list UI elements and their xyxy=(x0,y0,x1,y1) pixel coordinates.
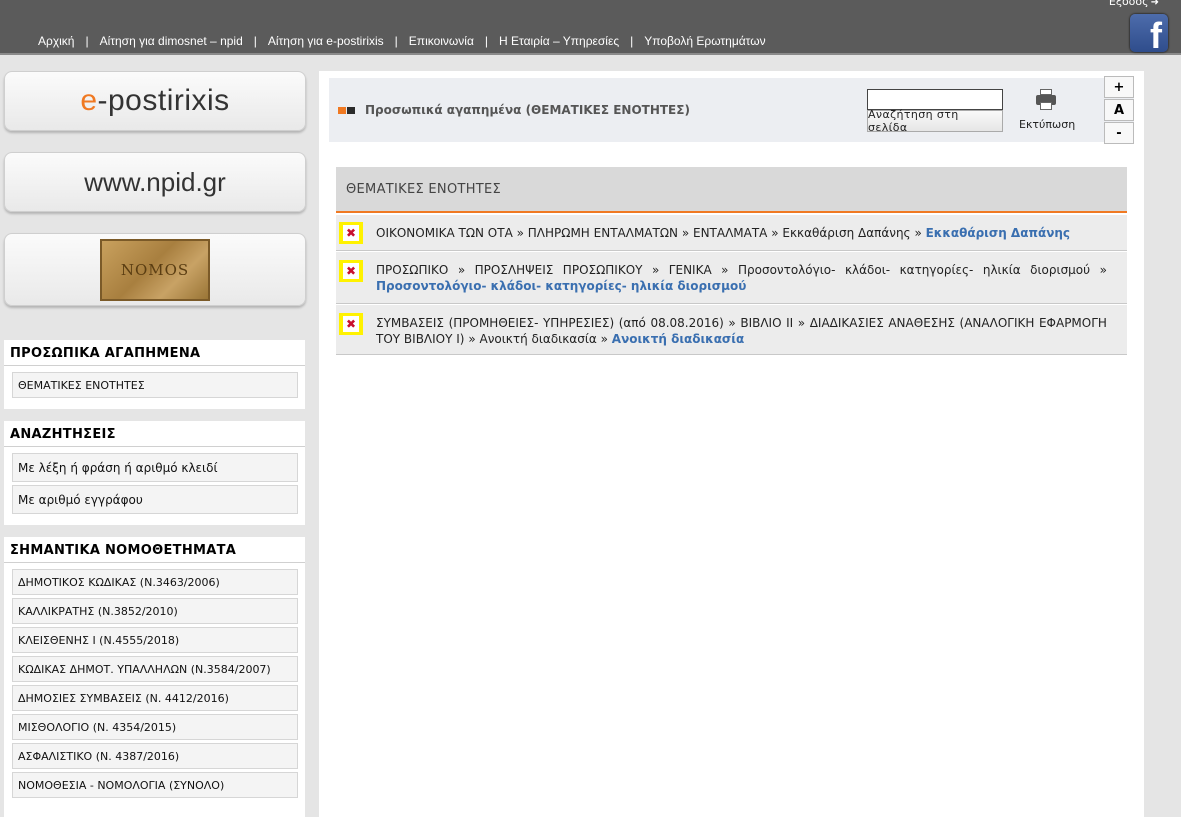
page-title: Προσωπικά αγαπημένα (ΘΕΜΑΤΙΚΕΣ ΕΝΟΤΗΤΕΣ) xyxy=(365,103,690,117)
crumb-item[interactable]: Εκκαθάριση Δαπάνης xyxy=(782,226,910,240)
favorites-title: ΠΡΟΣΩΠΙΚΑ ΑΓΑΠΗΜΕΝΑ xyxy=(4,340,305,366)
crumb-separator: » xyxy=(914,226,922,240)
law-item[interactable]: ΝΟΜΟΘΕΣΙΑ - ΝΟΜΟΛΟΓΙΑ (ΣΥΝΟΛΟ) xyxy=(12,772,298,798)
logo-text: -postirixis xyxy=(97,84,230,117)
crumb-item[interactable]: ΟΙΚΟΝΟΜΙΚΑ ΤΩΝ ΟΤΑ xyxy=(376,226,513,240)
crumb-separator: » xyxy=(600,332,608,346)
crumb-separator: » xyxy=(516,226,524,240)
crumb-separator: » xyxy=(1099,263,1107,277)
nomos-logo: NOMOS xyxy=(100,238,210,301)
favorite-link[interactable]: Προσοντολόγιο- κλάδοι- κατηγορίες- ηλικί… xyxy=(376,279,746,293)
nav-questions[interactable]: Υποβολή Ερωτημάτων xyxy=(644,34,765,48)
favorite-row: ✖ ΟΙΚΟΝΟΜΙΚΑ ΤΩΝ ΟΤΑ » ΠΛΗΡΩΜΗ ΕΝΤΑΛΜΑΤΩ… xyxy=(336,215,1127,251)
npid-logo-button[interactable]: www.npid.gr xyxy=(4,152,306,212)
close-icon: ✖ xyxy=(343,316,359,332)
law-item[interactable]: ΔΗΜΟΤΙΚΟΣ ΚΩΔΙΚΑΣ (Ν.3463/2006) xyxy=(12,569,298,595)
print-label[interactable]: Εκτύπωση xyxy=(1019,118,1075,131)
favorite-breadcrumb: ΟΙΚΟΝΟΜΙΚΑ ΤΩΝ ΟΤΑ » ΠΛΗΡΩΜΗ ΕΝΤΑΛΜΑΤΩΝ … xyxy=(376,225,1107,241)
main-content: Προσωπικά αγαπημένα (ΘΕΜΑΤΙΚΕΣ ΕΝΟΤΗΤΕΣ)… xyxy=(319,71,1144,817)
remove-favorite-button[interactable]: ✖ xyxy=(339,222,363,244)
crumb-item[interactable]: Ανοικτή διαδικασία xyxy=(479,332,596,346)
nav-separator: | xyxy=(394,34,398,48)
crumb-separator: » xyxy=(797,316,806,330)
facebook-icon[interactable]: f xyxy=(1130,14,1168,52)
crumb-separator: » xyxy=(728,316,736,330)
remove-favorite-button[interactable]: ✖ xyxy=(339,313,363,335)
crumb-item[interactable]: ΣΥΜΒΑΣΕΙΣ (ΠΡΟΜΗΘΕΙΕΣ- ΥΠΗΡΕΣΙΕΣ) (από 0… xyxy=(376,316,724,330)
crumb-item[interactable]: ΕΝΤΑΛΜΑΤΑ xyxy=(693,226,767,240)
crumb-item[interactable]: ΒΙΒΛΙΟ ΙΙ xyxy=(740,316,793,330)
search-by-document-number[interactable]: Με αριθμό εγγράφου xyxy=(12,485,298,514)
crumb-item[interactable]: ΠΡΟΣΩΠΙΚΟ xyxy=(376,263,448,277)
epostirixis-logo-button[interactable]: e -postirixis xyxy=(4,71,306,131)
section-title: ΘΕΜΑΤΙΚΕΣ ΕΝΟΤΗΤΕΣ xyxy=(346,182,502,197)
crumb-separator: » xyxy=(457,263,466,277)
favorite-row: ✖ ΠΡΟΣΩΠΙΚΟ » ΠΡΟΣΛΗΨΕΙΣ ΠΡΟΣΩΠΙΚΟΥ » ΓΕ… xyxy=(336,252,1127,304)
favorite-link[interactable]: Ανοικτή διαδικασία xyxy=(612,332,744,346)
header-bullet-icon xyxy=(347,107,355,114)
searches-panel: ΑΝΑΖΗΤΗΣΕΙΣ Με λέξη ή φράση ή αριθμό κλε… xyxy=(4,421,305,525)
favorite-breadcrumb: ΠΡΟΣΩΠΙΚΟ » ΠΡΟΣΛΗΨΕΙΣ ΠΡΟΣΩΠΙΚΟΥ » ΓΕΝΙ… xyxy=(376,262,1107,294)
section-header: ΘΕΜΑΤΙΚΕΣ ΕΝΟΤΗΤΕΣ xyxy=(336,167,1127,213)
header-bullet-icon xyxy=(338,107,346,114)
close-icon: ✖ xyxy=(343,263,359,279)
nav-home[interactable]: Αρχική xyxy=(38,34,74,48)
crumb-separator: » xyxy=(681,226,690,240)
logo-prefix: e xyxy=(80,84,98,117)
laws-panel: ΣΗΜΑΝΤΙΚΑ ΝΟΜΟΘΕΤΗΜΑΤΑ ΔΗΜΟΤΙΚΟΣ ΚΩΔΙΚΑΣ… xyxy=(4,537,305,817)
favorite-breadcrumb: ΣΥΜΒΑΣΕΙΣ (ΠΡΟΜΗΘΕΙΕΣ- ΥΠΗΡΕΣΙΕΣ) (από 0… xyxy=(376,315,1107,347)
favorites-item-thematic[interactable]: ΘΕΜΑΤΙΚΕΣ ΕΝΟΤΗΤΕΣ xyxy=(12,372,298,398)
remove-favorite-button[interactable]: ✖ xyxy=(339,260,363,282)
crumb-item[interactable]: ΓΕΝΙΚΑ xyxy=(669,263,712,277)
search-by-keyword[interactable]: Με λέξη ή φράση ή αριθμό κλειδί xyxy=(12,453,298,482)
logout-icon: ➜ xyxy=(1150,0,1159,8)
font-reset-button[interactable]: A xyxy=(1104,99,1134,121)
searches-title: ΑΝΑΖΗΤΗΣΕΙΣ xyxy=(4,421,305,447)
top-bar: Έξοδος ➜ Αρχική | Αίτηση για dimosnet – npi… xyxy=(0,0,1181,55)
favorite-link[interactable]: Εκκαθάριση Δαπάνης xyxy=(926,226,1070,240)
font-increase-button[interactable]: + xyxy=(1104,76,1134,98)
favorites-panel: ΠΡΟΣΩΠΙΚΑ ΑΓΑΠΗΜΕΝΑ ΘΕΜΑΤΙΚΕΣ ΕΝΟΤΗΤΕΣ xyxy=(4,340,305,409)
law-item[interactable]: ΜΙΣΘΟΛΟΓΙΟ (Ν. 4354/2015) xyxy=(12,714,298,740)
page-search-input[interactable] xyxy=(867,89,1003,110)
nomos-logo-button[interactable]: NOMOS xyxy=(4,233,306,306)
law-item[interactable]: ΑΣΦΑΛΙΣΤΙΚΟ (Ν. 4387/2016) xyxy=(12,743,298,769)
logout-link[interactable]: Έξοδος ➜ xyxy=(1108,0,1159,8)
nav-separator: | xyxy=(253,34,257,48)
crumb-item[interactable]: ΠΛΗΡΩΜΗ ΕΝΤΑΛΜΑΤΩΝ xyxy=(528,226,678,240)
nav-separator: | xyxy=(85,34,89,48)
printer-icon[interactable] xyxy=(1036,89,1056,111)
nav-epostirixis[interactable]: Αίτηση για e-postirixis xyxy=(268,34,384,48)
law-item[interactable]: ΚΑΛΛΙΚΡΑΤΗΣ (Ν.3852/2010) xyxy=(12,598,298,624)
laws-title: ΣΗΜΑΝΤΙΚΑ ΝΟΜΟΘΕΤΗΜΑΤΑ xyxy=(4,537,305,563)
nav-separator: | xyxy=(484,34,489,48)
crumb-separator: » xyxy=(468,332,476,346)
nav-company[interactable]: Η Εταιρία – Υπηρεσίες xyxy=(499,34,619,48)
nav-contact[interactable]: Επικοινωνία xyxy=(409,34,474,48)
favorite-row: ✖ ΣΥΜΒΑΣΕΙΣ (ΠΡΟΜΗΘΕΙΕΣ- ΥΠΗΡΕΣΙΕΣ) (από… xyxy=(336,305,1127,355)
content-header: Προσωπικά αγαπημένα (ΘΕΜΑΤΙΚΕΣ ΕΝΟΤΗΤΕΣ)… xyxy=(329,78,1134,142)
font-decrease-button[interactable]: - xyxy=(1104,122,1134,144)
main-nav: Αρχική | Αίτηση για dimosnet – npid | Αίτηση… xyxy=(38,34,766,48)
crumb-item[interactable]: Προσοντολόγιο- κλάδοι- κατηγορίες- ηλικί… xyxy=(738,263,1090,277)
close-icon: ✖ xyxy=(343,225,359,241)
nav-separator: | xyxy=(630,34,634,48)
nav-dimosnet[interactable]: Αίτηση για dimosnet – npid xyxy=(100,34,243,48)
law-item[interactable]: ΚΛΕΙΣΘΕΝΗΣ Ι (Ν.4555/2018) xyxy=(12,627,298,653)
law-item[interactable]: ΚΩΔΙΚΑΣ ΔΗΜΟΤ. ΥΠΑΛΛΗΛΩΝ (Ν.3584/2007) xyxy=(12,656,298,682)
law-item[interactable]: ΔΗΜΟΣΙΕΣ ΣΥΜΒΑΣΕΙΣ (Ν. 4412/2016) xyxy=(12,685,298,711)
crumb-separator: » xyxy=(771,226,779,240)
crumb-separator: » xyxy=(721,263,729,277)
page-search-button[interactable]: Αναζήτηση στη σελίδα xyxy=(867,108,1003,134)
crumb-item[interactable]: ΠΡΟΣΛΗΨΕΙΣ ΠΡΟΣΩΠΙΚΟΥ xyxy=(475,263,643,277)
crumb-separator: » xyxy=(651,263,660,277)
logout-label: Έξοδος xyxy=(1107,0,1149,8)
